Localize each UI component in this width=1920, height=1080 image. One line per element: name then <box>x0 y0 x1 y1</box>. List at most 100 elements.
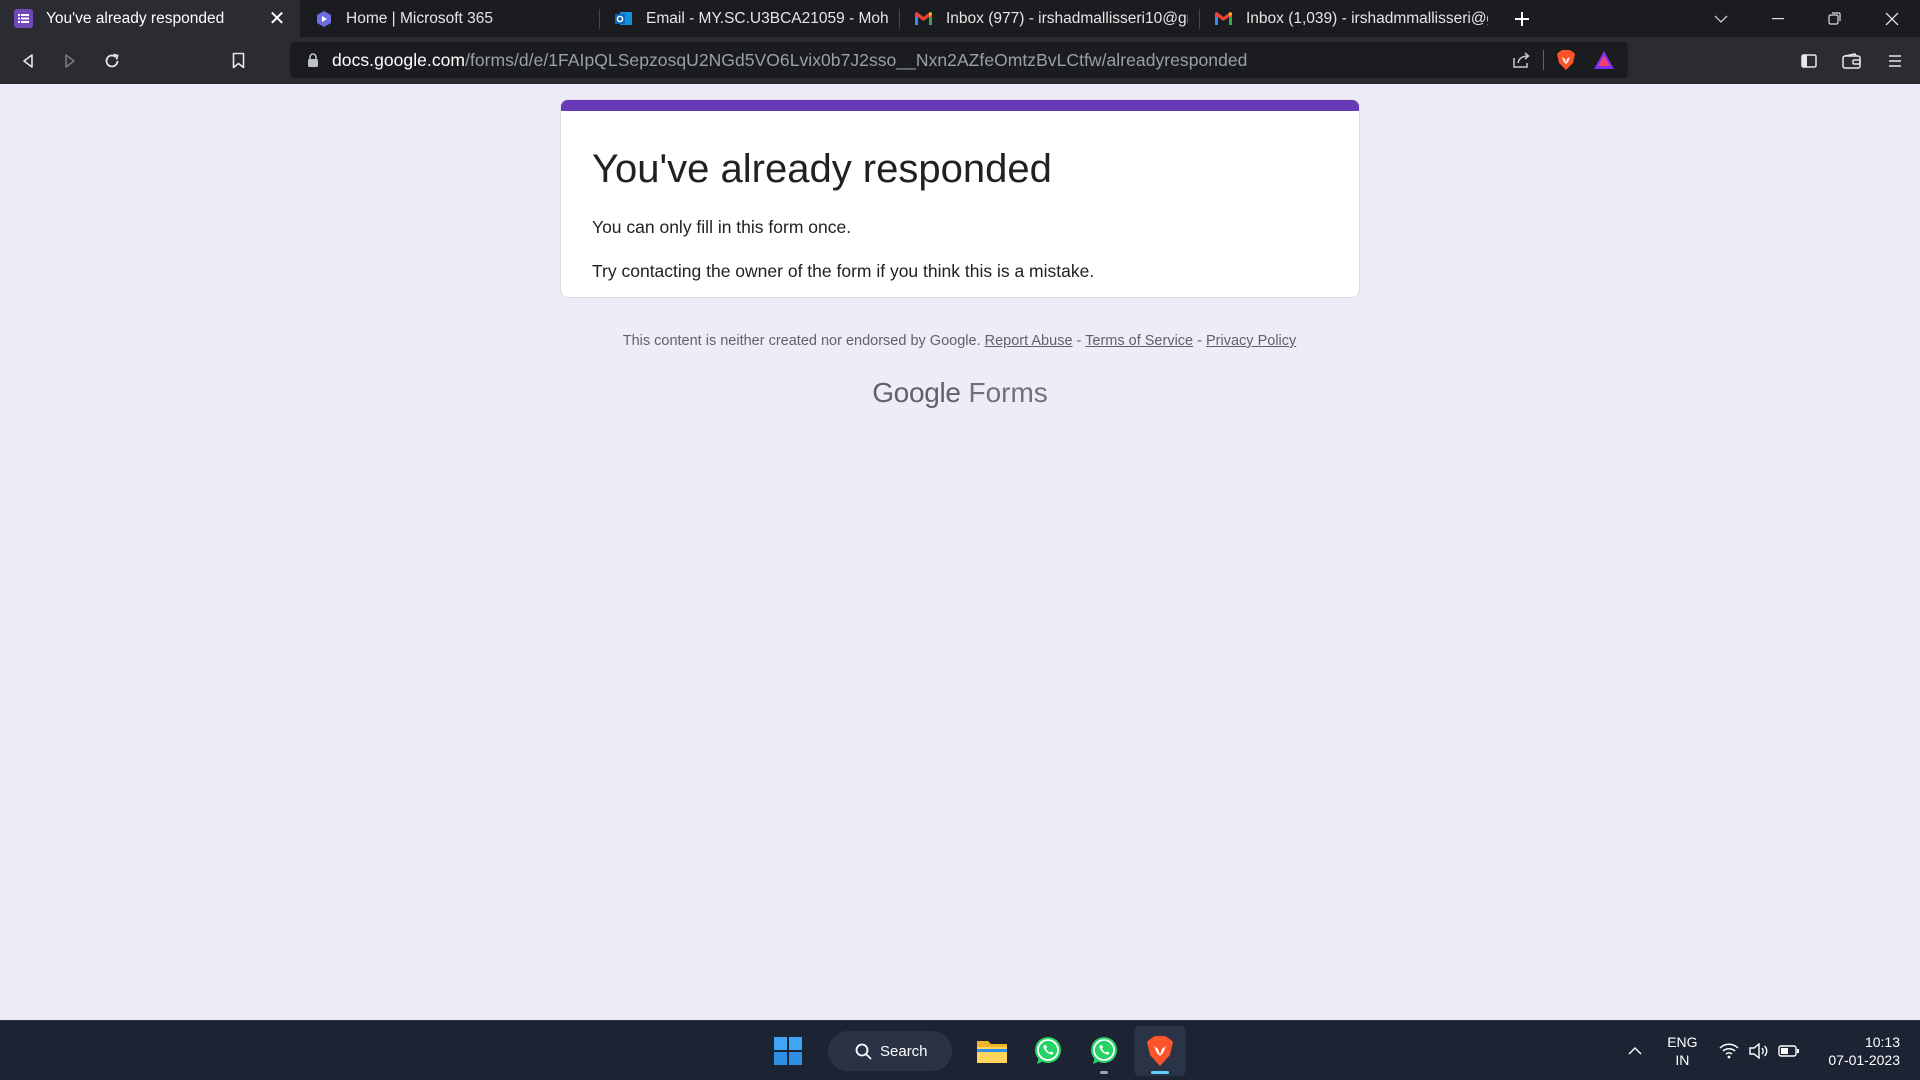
restore-icon <box>1828 12 1841 25</box>
separator: - <box>1072 333 1086 349</box>
address-bar[interactable]: docs.google.com/forms/d/e/1FAIpQLSepzosq… <box>290 42 1628 78</box>
back-button[interactable] <box>8 41 48 81</box>
search-label: Search <box>880 1042 928 1060</box>
whatsapp-icon <box>1091 1037 1117 1064</box>
minimize-button[interactable] <box>1749 0 1806 37</box>
reload-button[interactable] <box>92 41 132 81</box>
tab-microsoft-365[interactable]: Home | Microsoft 365 <box>300 0 600 37</box>
tab-title: Home | Microsoft 365 <box>346 9 494 27</box>
terms-of-service-link[interactable]: Terms of Service <box>1085 333 1193 349</box>
brave-lion-icon <box>1147 1036 1173 1066</box>
share-button[interactable] <box>1505 44 1537 76</box>
google-forms-logo[interactable]: Google Forms <box>0 377 1920 409</box>
brave-rewards-button[interactable] <box>1588 44 1620 76</box>
outlook-icon <box>614 9 633 28</box>
google-forms-icon <box>14 9 33 28</box>
disclaimer-text: This content is neither created nor endo… <box>622 333 981 349</box>
battery-icon <box>1778 1045 1800 1057</box>
share-icon <box>1512 51 1530 68</box>
battery-button[interactable] <box>1774 1031 1804 1071</box>
restore-button[interactable] <box>1806 0 1863 37</box>
footer-links: This content is neither created nor endo… <box>0 333 1920 349</box>
wallet-icon <box>1842 52 1861 69</box>
gmail-icon <box>914 9 933 28</box>
taskbar-whatsapp-business[interactable] <box>1078 1026 1130 1076</box>
tab-title: Inbox (1,039) - irshadmmallisseri@gm <box>1246 9 1488 27</box>
form-accent-bar <box>561 100 1359 111</box>
brave-lion-icon <box>1557 50 1575 70</box>
tab-forms[interactable]: You've already responded ✕ <box>0 0 300 37</box>
plus-icon <box>1515 11 1529 26</box>
tab-title: Inbox (977) - irshadmallisseri10@gmai <box>946 9 1188 27</box>
taskbar-apps: Search <box>762 1021 1186 1080</box>
tab-gmail-1[interactable]: Inbox (977) - irshadmallisseri10@gmai <box>900 0 1200 37</box>
close-icon <box>1885 12 1898 25</box>
tab-title: Email - MY.SC.U3BCA21059 - Mohamm <box>646 9 888 27</box>
tab-strip: You've already responded ✕ Home | Micros… <box>0 0 1920 37</box>
taskbar-brave[interactable] <box>1134 1026 1186 1076</box>
microsoft-365-icon <box>314 9 333 28</box>
start-button[interactable] <box>762 1026 814 1076</box>
back-icon <box>23 53 33 68</box>
address-bar-actions <box>1505 42 1620 78</box>
hamburger-menu-icon <box>1888 54 1901 67</box>
form-message-once: You can only fill in this form once. <box>592 217 852 237</box>
tab-search-button[interactable] <box>1692 0 1749 37</box>
gmail-icon <box>1214 9 1233 28</box>
speaker-icon <box>1749 1043 1768 1059</box>
search-icon <box>855 1043 872 1060</box>
sidebar-icon <box>1800 53 1817 68</box>
brand-google: Google <box>872 377 961 408</box>
volume-button[interactable] <box>1744 1031 1774 1071</box>
browser-toolbar: docs.google.com/forms/d/e/1FAIpQLSepzosq… <box>0 37 1920 84</box>
forward-button[interactable] <box>50 41 90 81</box>
clock-time: 10:13 <box>1864 1034 1900 1050</box>
report-abuse-link[interactable]: Report Abuse <box>985 333 1073 349</box>
sidebar-button[interactable] <box>1787 41 1830 81</box>
close-tab-icon[interactable]: ✕ <box>266 8 288 30</box>
chevron-down-icon <box>1714 15 1727 23</box>
page-title: You've already responded <box>592 147 1052 191</box>
forward-icon <box>65 53 75 68</box>
lang-region: IN <box>1675 1052 1690 1068</box>
separator: - <box>1193 333 1207 349</box>
tab-gmail-2[interactable]: Inbox (1,039) - irshadmmallisseri@gm <box>1200 0 1500 37</box>
brave-shields-button[interactable] <box>1550 44 1582 76</box>
new-tab-button[interactable] <box>1500 0 1544 37</box>
chevron-up-icon <box>1628 1047 1642 1055</box>
close-window-button[interactable] <box>1863 0 1920 37</box>
wallet-button[interactable] <box>1830 41 1873 81</box>
brave-rewards-icon <box>1594 51 1614 69</box>
window-controls <box>1692 0 1920 37</box>
taskbar-whatsapp[interactable] <box>1022 1026 1074 1076</box>
url-host: docs.google.com <box>332 49 466 70</box>
brand-forms: Forms <box>968 377 1048 408</box>
toolbar-right <box>1787 37 1920 84</box>
language-indicator[interactable]: ENG IN <box>1658 1033 1706 1069</box>
bookmark-button[interactable] <box>218 41 258 81</box>
form-card: You've already responded You can only fi… <box>560 99 1360 298</box>
lock-icon <box>308 53 318 67</box>
reload-icon <box>105 53 119 67</box>
url-text: docs.google.com/forms/d/e/1FAIpQLSepzosq… <box>332 50 1247 71</box>
system-tray: ENG IN 10:13 07-01-2023 <box>1620 1021 1920 1080</box>
folder-icon <box>977 1041 1007 1063</box>
taskbar-search[interactable]: Search <box>828 1031 952 1071</box>
tab-title: You've already responded <box>46 9 225 27</box>
wifi-button[interactable] <box>1714 1031 1744 1071</box>
windows-taskbar: Search ENG IN 10:13 07-01-2023 <box>0 1020 1920 1080</box>
wifi-icon <box>1719 1043 1739 1059</box>
page-content: You've already responded You can only fi… <box>0 84 1920 1020</box>
form-message-contact: Try contacting the owner of the form if … <box>592 261 1095 281</box>
lang-code: ENG <box>1667 1034 1698 1050</box>
tab-outlook[interactable]: Email - MY.SC.U3BCA21059 - Mohamm <box>600 0 900 37</box>
whatsapp-icon <box>1035 1037 1061 1064</box>
taskbar-file-explorer[interactable] <box>966 1026 1018 1076</box>
windows-logo-icon <box>774 1037 802 1065</box>
clock-date: 07-01-2023 <box>1828 1052 1900 1068</box>
show-hidden-icons-button[interactable] <box>1620 1031 1650 1071</box>
taskbar-clock[interactable]: 10:13 07-01-2023 <box>1828 1033 1900 1069</box>
privacy-policy-link[interactable]: Privacy Policy <box>1206 333 1296 349</box>
menu-button[interactable] <box>1873 41 1916 81</box>
bookmark-icon <box>232 52 244 69</box>
